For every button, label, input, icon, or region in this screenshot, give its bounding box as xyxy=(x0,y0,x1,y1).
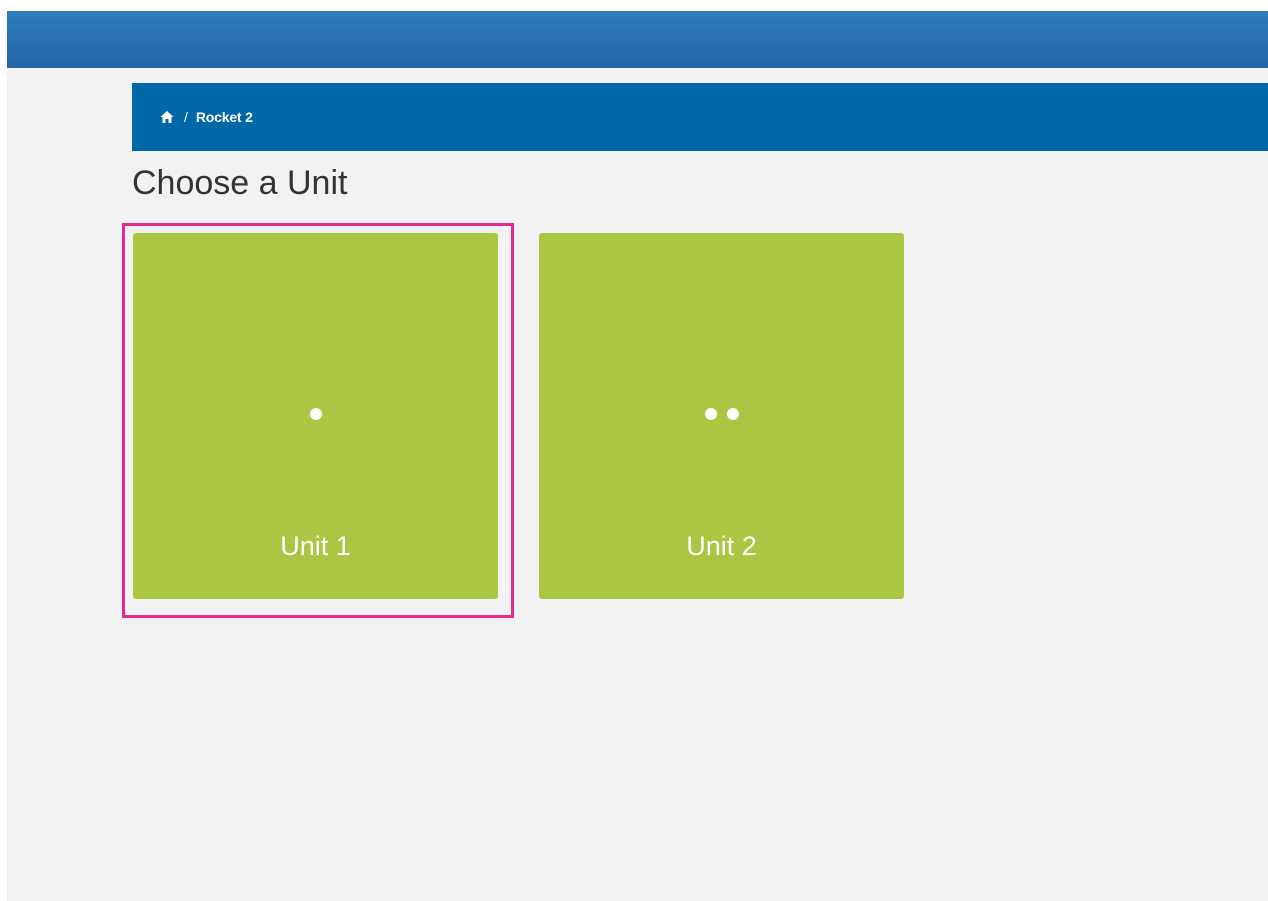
unit-card-2[interactable]: Unit 2 xyxy=(539,233,904,599)
breadcrumb: / Rocket 2 xyxy=(132,83,1268,151)
dot-icon xyxy=(726,408,739,420)
unit-card-1[interactable]: Unit 1 xyxy=(133,233,498,599)
unit-dots xyxy=(539,408,904,420)
breadcrumb-separator: / xyxy=(184,109,188,125)
unit-dots xyxy=(133,408,498,420)
top-bar xyxy=(7,11,1268,68)
page: / Rocket 2 Choose a Unit Unit 1 Unit 2 xyxy=(7,11,1268,901)
dot-icon xyxy=(309,408,322,420)
home-icon[interactable] xyxy=(160,110,174,124)
unit-label: Unit 2 xyxy=(686,531,757,561)
unit-label: Unit 1 xyxy=(280,531,351,561)
breadcrumb-current: Rocket 2 xyxy=(195,109,253,125)
dot-icon xyxy=(704,408,717,420)
page-title: Choose a Unit xyxy=(132,164,348,202)
